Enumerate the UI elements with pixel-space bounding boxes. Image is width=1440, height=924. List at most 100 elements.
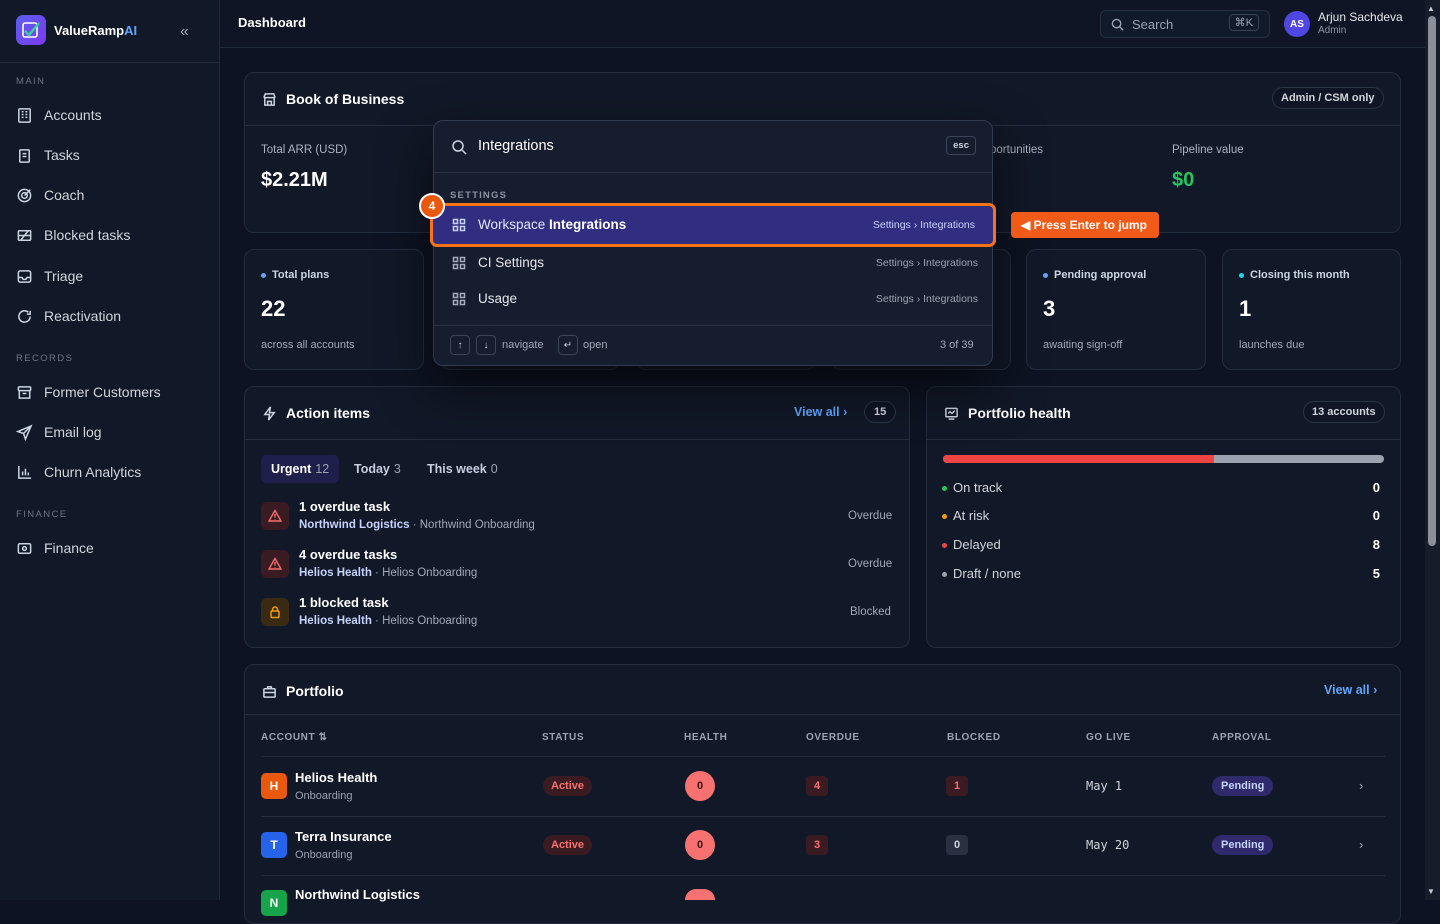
divider [0,62,219,63]
warning-icon [261,502,289,530]
sidebar-item-label: Triage [44,268,84,284]
grid-icon [452,256,466,270]
tab-this-week[interactable]: This week 0 [417,455,508,483]
enter-key-icon: ↵ [558,335,578,355]
search-button[interactable]: Search ⌘K [1100,10,1270,38]
overdue-count: 4 [806,776,828,796]
sidebar-item-former-customers[interactable]: Former Customers [16,382,161,402]
bullet-icon [942,514,947,520]
legend-delayed: Delayed [942,537,1001,552]
collapse-sidebar-icon[interactable]: « [180,23,189,41]
palette-item-label: CI Settings [478,255,545,270]
section-main: MAIN [16,76,46,87]
health-score: 0 [685,830,715,860]
stat-value: 3 [1043,296,1056,321]
clipboard-icon [19,148,30,163]
account-stage: Onboarding [295,849,353,861]
sidebar-item-churn-analytics[interactable]: Churn Analytics [16,462,141,482]
section-records: RECORDS [16,353,74,364]
column-overdue: OVERDUE [806,732,860,743]
palette-item-usage[interactable]: Usage Settings › Integrations [434,281,994,317]
sidebar-item-tasks[interactable]: Tasks [16,145,80,165]
topbar: Dashboard Search ⌘K AS Arjun Sachdeva Ad… [220,0,1425,48]
scrollbar[interactable]: ▲ ▼ [1425,0,1440,900]
action-item-title[interactable]: 1 overdue task [299,499,390,514]
divider [434,325,992,326]
view-all-link[interactable]: View all › [1324,683,1377,697]
chevron-right-icon[interactable]: › [1359,778,1363,793]
divider [927,439,1400,440]
sidebar-item-label: Reactivation [44,308,122,324]
column-go-live: GO LIVE [1086,732,1131,743]
card-title: Book of Business [286,91,405,107]
action-item-sub: Helios Health · Helios Onboarding [299,567,478,579]
brand[interactable]: ValueRampAI [16,15,137,45]
building-icon [18,107,31,123]
account-stage: Onboarding [295,790,353,802]
stat-card-closing-this-month[interactable]: Closing this month 1 launches due [1222,249,1401,370]
health-bar-delayed [943,455,1215,463]
account-name[interactable]: Terra Insurance [295,829,392,844]
navigate-hint: navigate [502,339,544,351]
scroll-down-icon[interactable]: ▼ [1427,887,1435,896]
bolt-icon [263,405,276,421]
stat-card-pending-approval[interactable]: Pending approval 3 awaiting sign-off [1026,249,1206,370]
sidebar-item-reactivation[interactable]: Reactivation [16,306,121,326]
tab-today[interactable]: Today 3 [344,455,411,483]
admin-badge: Admin / CSM only [1272,87,1384,109]
blocked-icon [17,229,32,241]
stat-card-total-plans[interactable]: Total plans 22 across all accounts [244,249,424,370]
account-avatar: T [261,832,287,858]
bullet-icon [1239,272,1244,278]
logo-icon [16,15,46,45]
chevron-right-icon[interactable]: › [1359,837,1363,852]
stat-value: $0 [1172,169,1195,191]
avatar[interactable]: AS [1284,11,1310,37]
palette-search-input[interactable]: Integrations [478,138,554,154]
sidebar-item-label: Former Customers [44,384,161,400]
stat-value: 22 [261,296,286,321]
arrow-down-key-icon: ↓ [476,335,496,355]
bullet-icon [1043,272,1048,278]
accounts-badge: 13 accounts [1303,401,1385,423]
press-enter-hint: ◀ Press Enter to jump [1011,212,1159,238]
sidebar-item-coach[interactable]: Coach [16,185,84,205]
grid-icon [452,292,466,306]
go-live-date: May 1 [1086,779,1123,793]
user-name[interactable]: Arjun Sachdeva [1318,10,1403,24]
card-header: Portfolio [262,683,344,699]
card-title: Action items [286,405,371,421]
account-avatar: N [261,890,287,916]
sidebar-item-accounts[interactable]: Accounts [16,105,102,125]
card-header: Portfolio health [944,405,1071,421]
column-account[interactable]: ACCOUNT ⇅ [261,732,328,743]
account-name[interactable]: Helios Health [295,770,377,785]
palette-item-label: Usage [478,291,518,306]
sidebar-item-blocked-tasks[interactable]: Blocked tasks [16,225,130,245]
health-score: 0 [685,771,715,801]
count-badge: 15 [864,401,897,423]
legend-value: 5 [1372,566,1380,581]
stat-label: portunities [990,144,1044,156]
stat-sub: across all accounts [261,339,355,351]
legend-at-risk: At risk [942,508,989,523]
sidebar-item-triage[interactable]: Triage [16,266,83,286]
scroll-up-icon[interactable]: ▲ [1427,4,1435,13]
view-all-link[interactable]: View all › [794,405,847,419]
scrollbar-thumb[interactable] [1428,16,1436,546]
palette-item-workspace-integrations[interactable]: Workspace Integrations Settings › Integr… [430,203,996,247]
divider [261,816,1385,817]
sidebar-item-label: Churn Analytics [44,464,142,480]
action-item-title[interactable]: 4 overdue tasks [299,547,397,562]
column-status: STATUS [542,732,585,743]
sidebar-item-email-log[interactable]: Email log [16,422,102,442]
card-header: Book of Business [262,91,404,107]
search-label: Search [1132,16,1174,32]
palette-item-ci-settings[interactable]: CI Settings Settings › Integrations [434,245,994,281]
sidebar-item-finance[interactable]: Finance [16,538,94,558]
tab-urgent[interactable]: Urgent 12 [261,455,340,483]
divider [434,172,992,173]
store-icon [263,92,276,106]
esc-key[interactable]: esc [946,136,976,155]
action-item-title[interactable]: 1 blocked task [299,595,389,610]
